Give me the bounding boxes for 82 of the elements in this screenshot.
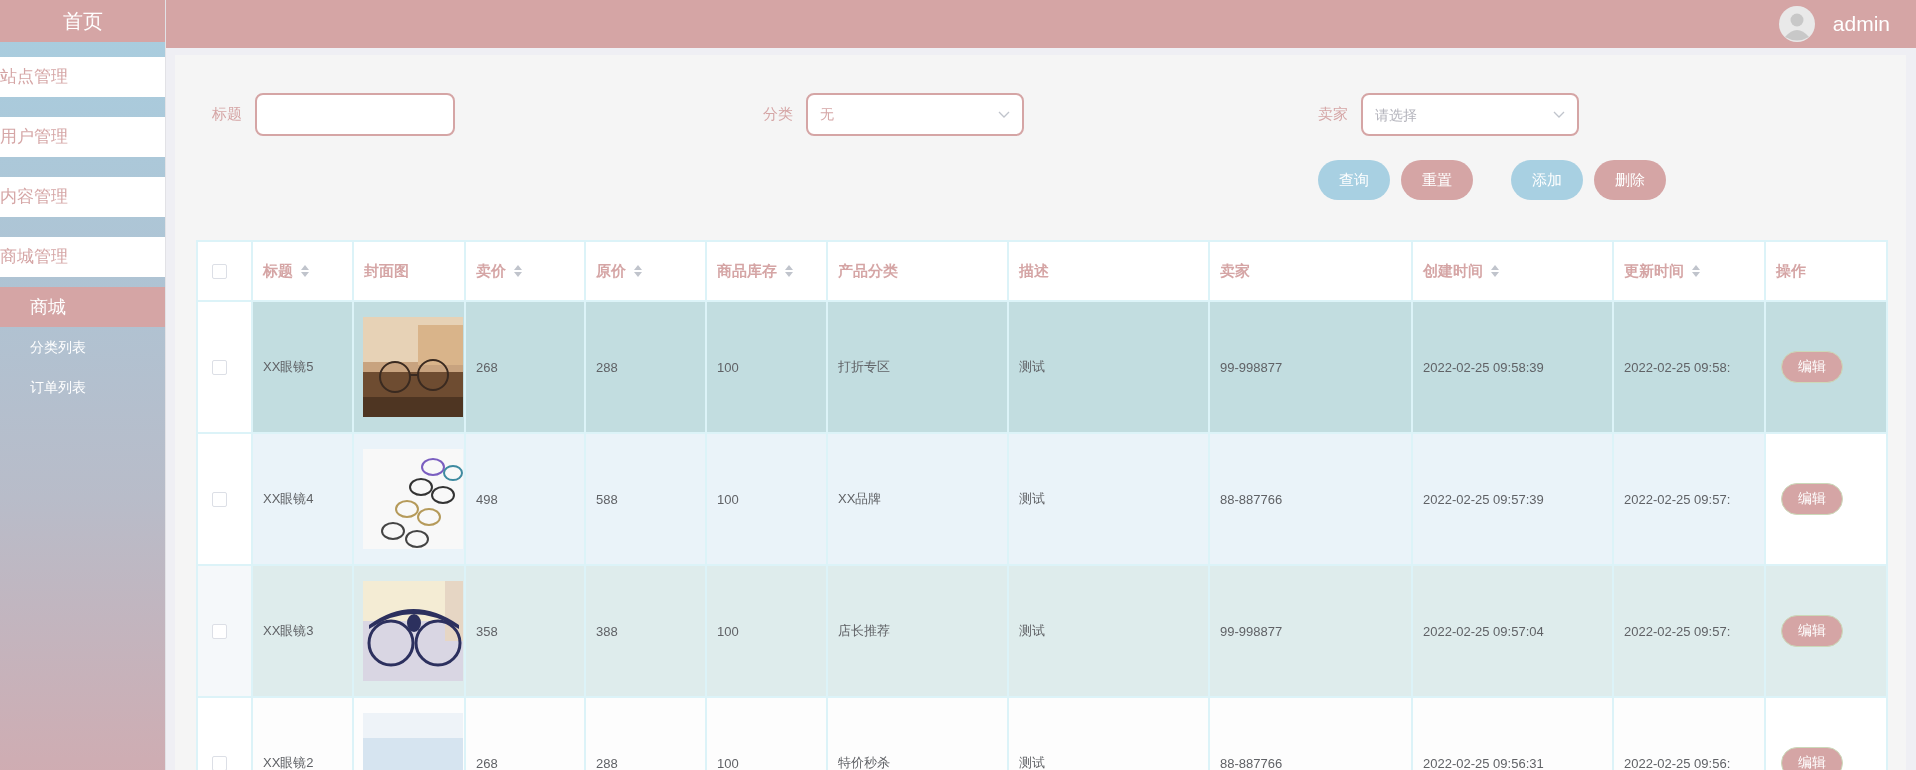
submenu-item[interactable]: 分类列表	[0, 327, 165, 367]
table-cell: 测试	[1008, 697, 1209, 770]
table-cell: 288	[585, 697, 706, 770]
table-cell: 100	[706, 697, 827, 770]
checkbox[interactable]	[212, 756, 227, 770]
table-cell: 测试	[1008, 565, 1209, 697]
checkbox[interactable]	[212, 264, 227, 280]
avatar-icon	[1778, 6, 1815, 42]
column-title[interactable]: 标题	[263, 261, 293, 281]
column-title: 卖家	[1220, 261, 1250, 281]
table-cell: 2022-02-25 09:58:	[1613, 301, 1765, 433]
column-title: 描述	[1019, 261, 1049, 281]
checkbox[interactable]	[212, 624, 227, 640]
table-cell: XX眼镜4	[252, 433, 353, 565]
column-title[interactable]: 更新时间	[1624, 261, 1684, 281]
edit-button[interactable]: 编辑	[1781, 351, 1843, 383]
table-cell: XX品牌	[827, 433, 1008, 565]
table-cell: 88-887766	[1209, 433, 1412, 565]
table-row[interactable]: XX眼镜2 268 288 100 特价秒杀 测试 88-887766 2022-02-25 09:56:31 2022-02-25 09:56: 编辑	[197, 697, 1887, 770]
table-cell: 358	[465, 565, 585, 697]
table-cell: XX眼镜2	[252, 697, 353, 770]
table-cell: 2022-02-25 09:57:39	[1412, 433, 1613, 565]
sidebar-item[interactable]: 内容管理	[0, 177, 165, 217]
table-cell: XX眼镜5	[252, 301, 353, 433]
column-title[interactable]: 卖价	[476, 261, 506, 281]
column-title: 操作	[1776, 261, 1806, 281]
column-title[interactable]: 原价	[596, 261, 626, 281]
sidebar-item[interactable]: 商城管理	[0, 237, 165, 277]
edit-button[interactable]: 编辑	[1781, 615, 1843, 647]
edit-button[interactable]: 编辑	[1781, 747, 1843, 770]
table-cell: 100	[706, 433, 827, 565]
table-cell: 测试	[1008, 433, 1209, 565]
caret-icon	[1553, 111, 1565, 118]
action-button[interactable]: 删除	[1594, 160, 1666, 200]
table-cell: 店长推荐	[827, 565, 1008, 697]
column-title: 产品分类	[838, 261, 898, 281]
table-cell: 2022-02-25 09:57:	[1613, 565, 1765, 697]
submenu-title[interactable]: 商城	[0, 287, 165, 327]
column-title: 封面图	[364, 261, 409, 281]
text-input[interactable]	[255, 93, 455, 136]
table-cell: 588	[585, 433, 706, 565]
checkbox[interactable]	[212, 360, 227, 376]
table-cell: 99-998877	[1209, 301, 1412, 433]
table-cell: 88-887766	[1209, 697, 1412, 770]
table-cell: 测试	[1008, 301, 1209, 433]
table-cell: 100	[706, 301, 827, 433]
column-title[interactable]: 创建时间	[1423, 261, 1483, 281]
home-menu-item[interactable]: 首页	[0, 0, 165, 42]
filter-label: 分类	[763, 105, 793, 124]
column-title[interactable]: 商品库存	[717, 261, 777, 281]
username[interactable]: admin	[1832, 12, 1890, 36]
table-cell: 498	[465, 433, 585, 565]
action-button[interactable]: 添加	[1511, 160, 1583, 200]
table-cell: 打折专区	[827, 301, 1008, 433]
filter-label: 卖家	[1318, 105, 1348, 124]
sidebar-item[interactable]: 站点管理	[0, 57, 165, 97]
table-cell: XX眼镜3	[252, 565, 353, 697]
action-button[interactable]: 查询	[1318, 160, 1390, 200]
table-cell: 99-998877	[1209, 565, 1412, 697]
filter-label: 标题	[212, 105, 242, 124]
table-cell: 388	[585, 565, 706, 697]
table-cell: 2022-02-25 09:56:	[1613, 697, 1765, 770]
select-field[interactable]: 请选择	[1361, 93, 1579, 136]
action-button[interactable]: 重置	[1401, 160, 1473, 200]
table-cell: 2022-02-25 09:56:31	[1412, 697, 1613, 770]
table-cell: 特价秒杀	[827, 697, 1008, 770]
table-cell: 2022-02-25 09:57:04	[1412, 565, 1613, 697]
sidebar-item[interactable]: 用户管理	[0, 117, 165, 157]
table-cell: 100	[706, 565, 827, 697]
table-cell: 2022-02-25 09:58:39	[1412, 301, 1613, 433]
edit-button[interactable]: 编辑	[1781, 483, 1843, 515]
table-row[interactable]: XX眼镜5 268 288 100 打折专区 测试 99-998877 2022-02-25 09:58:39 2022-02-25 09:58: 编辑	[197, 301, 1887, 433]
table-cell: 288	[585, 301, 706, 433]
submenu-item[interactable]: 订单列表	[0, 367, 165, 407]
table-cell: 268	[465, 301, 585, 433]
table-row[interactable]: XX眼镜3 358 388 100 店长推荐 测试 99-998877 2022-02-25 09:57:04 2022-02-25 09:57: 编辑	[197, 565, 1887, 697]
table-cell: 268	[465, 697, 585, 770]
table-row[interactable]: XX眼镜4 498 588 100 XX品牌 测试 88-887766 2022-02-25 09:57:39 2022-02-25 09:57: 编辑	[197, 433, 1887, 565]
table-cell: 2022-02-25 09:57:	[1613, 433, 1765, 565]
select-field[interactable]: 无	[806, 93, 1024, 136]
checkbox[interactable]	[212, 492, 227, 508]
caret-icon	[998, 111, 1010, 118]
